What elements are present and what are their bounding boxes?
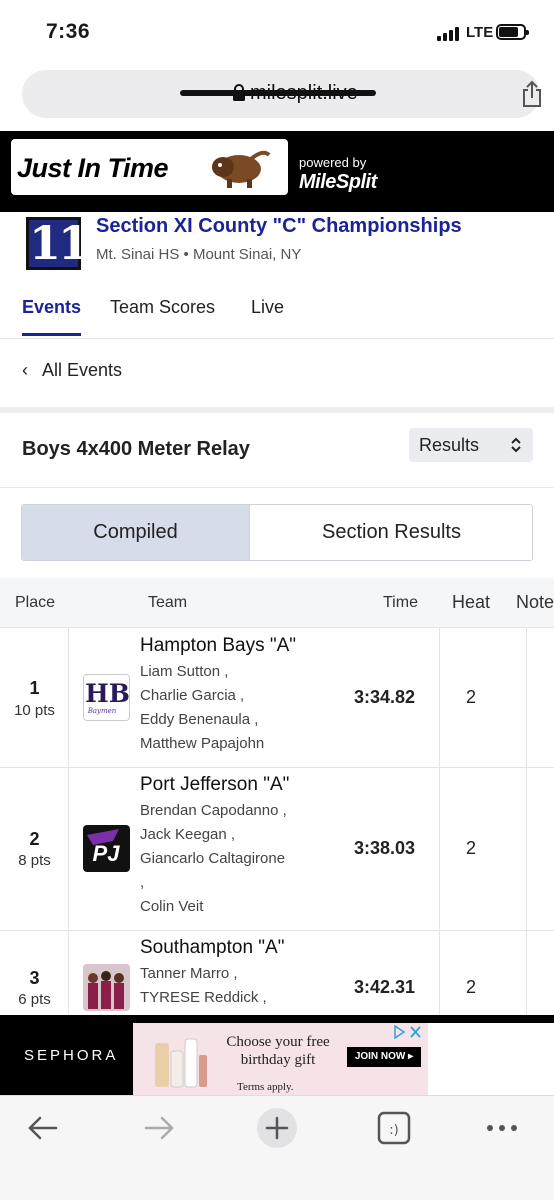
share-icon[interactable] (520, 80, 544, 108)
chevron-left-icon: ‹ (22, 360, 28, 380)
tab-live[interactable]: Live (251, 297, 284, 318)
sponsor-banner[interactable]: Just In Time powered by MileSplit (0, 131, 554, 212)
place: 2 (29, 829, 40, 849)
status-bar: 7:36 LTE (0, 0, 554, 62)
event-title: Boys 4x400 Meter Relay (22, 438, 250, 460)
heat-number: 2 (466, 687, 477, 707)
all-events-label: All Events (42, 360, 123, 380)
results-toggle: Compiled Section Results (21, 504, 533, 561)
battery-icon (496, 24, 529, 40)
select-arrows-icon (511, 437, 521, 453)
header-heat[interactable]: Heat (452, 592, 490, 613)
section-separator (0, 407, 554, 413)
team-logo-hampton-bays: HB Baymen (83, 674, 130, 721)
athlete-name: Liam Sutton , (140, 663, 229, 680)
tabs-switcher-icon[interactable]: :) (377, 1110, 411, 1146)
athlete-name: Colin Veit (140, 898, 204, 915)
athlete-name: Matthew Papajohn (140, 735, 265, 752)
table-row[interactable]: 1 10 pts HB Baymen Hampton Bays "A" Liam… (0, 628, 554, 768)
ad-terms: Terms apply. (237, 1081, 294, 1093)
section-xi-logo: 11 (26, 217, 90, 270)
header-note[interactable]: Note (516, 592, 554, 613)
meet-location: Mt. Sinai HS • Mount Sinai, NY (96, 246, 302, 263)
heat-number: 2 (466, 977, 477, 997)
bulldog-icon (212, 150, 271, 188)
ad-advertiser: SEPHORA (24, 1047, 119, 1064)
clock: 7:36 (46, 20, 91, 43)
signal-icon (437, 26, 459, 41)
view-select-value: Results (419, 435, 480, 455)
results-table-header: Place Team Time Heat Note (0, 578, 554, 628)
team-photo-southampton (83, 964, 130, 1011)
divider (0, 338, 554, 339)
view-select[interactable]: Results (409, 428, 533, 462)
all-events-link[interactable]: ‹ All Events (22, 360, 122, 381)
network-label: LTE (466, 24, 494, 41)
athlete-name: Jack Keegan , (140, 826, 236, 843)
tab-events[interactable]: Events (22, 297, 82, 336)
team-name[interactable]: Hampton Bays "A" (140, 635, 296, 657)
just-in-time-logo: Just In Time (11, 139, 288, 195)
home-indicator (180, 90, 376, 96)
ad-creative[interactable]: Choose your free birthday gift JOIN NOW … (133, 1023, 428, 1103)
join-now-button[interactable]: JOIN NOW ▸ (347, 1047, 421, 1067)
adchoices-icon[interactable] (393, 1025, 423, 1039)
tab-team-scores[interactable]: Team Scores (110, 297, 215, 318)
sephora-ad[interactable]: SEPHORA Choose your free birthday gift J… (0, 1015, 554, 1103)
team-logo-port-jefferson: PJ (83, 825, 130, 872)
points: 8 pts (18, 852, 51, 869)
result-time: 3:42.31 (354, 977, 416, 997)
divider (0, 487, 554, 488)
brand-name: Just In Time (17, 153, 169, 183)
ad-message: Choose your free birthday gift (226, 1034, 330, 1068)
toggle-compiled[interactable]: Compiled (22, 505, 250, 560)
place: 1 (29, 678, 40, 698)
team-name[interactable]: Southampton "A" (140, 937, 284, 959)
powered-by-label: powered by (299, 155, 367, 170)
table-row[interactable]: 2 8 pts PJ Port Jefferson "A" Brendan Ca… (0, 768, 554, 931)
table-row[interactable]: 3 6 pts Southampton "A" Tanner Marro , T… (0, 931, 554, 1021)
place: 3 (29, 968, 40, 988)
forward-arrow-icon[interactable] (142, 1110, 178, 1146)
team-name[interactable]: Port Jefferson "A" (140, 774, 289, 796)
athlete-name: Eddy Benenaula , (140, 711, 259, 728)
product-image (155, 1038, 207, 1088)
result-time: 3:34.82 (354, 687, 416, 707)
meet-nav: Events Team Scores Live (0, 290, 554, 338)
back-arrow-icon[interactable] (24, 1110, 60, 1146)
athlete-name: Brendan Capodanno , (140, 802, 287, 819)
header-place[interactable]: Place (15, 594, 55, 612)
points: 6 pts (18, 991, 51, 1008)
athlete-name: Tanner Marro , (140, 965, 238, 982)
svg-text::): :) (389, 1123, 398, 1138)
milesplit-logo: MileSplit (299, 171, 377, 193)
athlete-name: , (140, 874, 145, 891)
svg-text:HB: HB (85, 679, 130, 708)
athlete-name: Giancarlo Caltagirone (140, 850, 286, 867)
heat-number: 2 (466, 838, 477, 858)
toggle-section-results[interactable]: Section Results (250, 505, 532, 560)
athlete-name: Charlie Garcia , (140, 687, 245, 704)
meet-title[interactable]: Section XI County "C" Championships (96, 215, 462, 238)
svg-text:PJ: PJ (93, 841, 121, 866)
browser-toolbar: :) (0, 1095, 554, 1200)
new-tab-icon[interactable] (255, 1106, 299, 1150)
header-time[interactable]: Time (383, 594, 418, 612)
points: 10 pts (14, 702, 55, 719)
more-menu-icon[interactable] (484, 1110, 520, 1146)
result-time: 3:38.03 (354, 838, 416, 858)
athlete-name: TYRESE Reddick , (140, 989, 267, 1006)
svg-text:Baymen: Baymen (87, 707, 117, 715)
header-team[interactable]: Team (148, 594, 187, 612)
